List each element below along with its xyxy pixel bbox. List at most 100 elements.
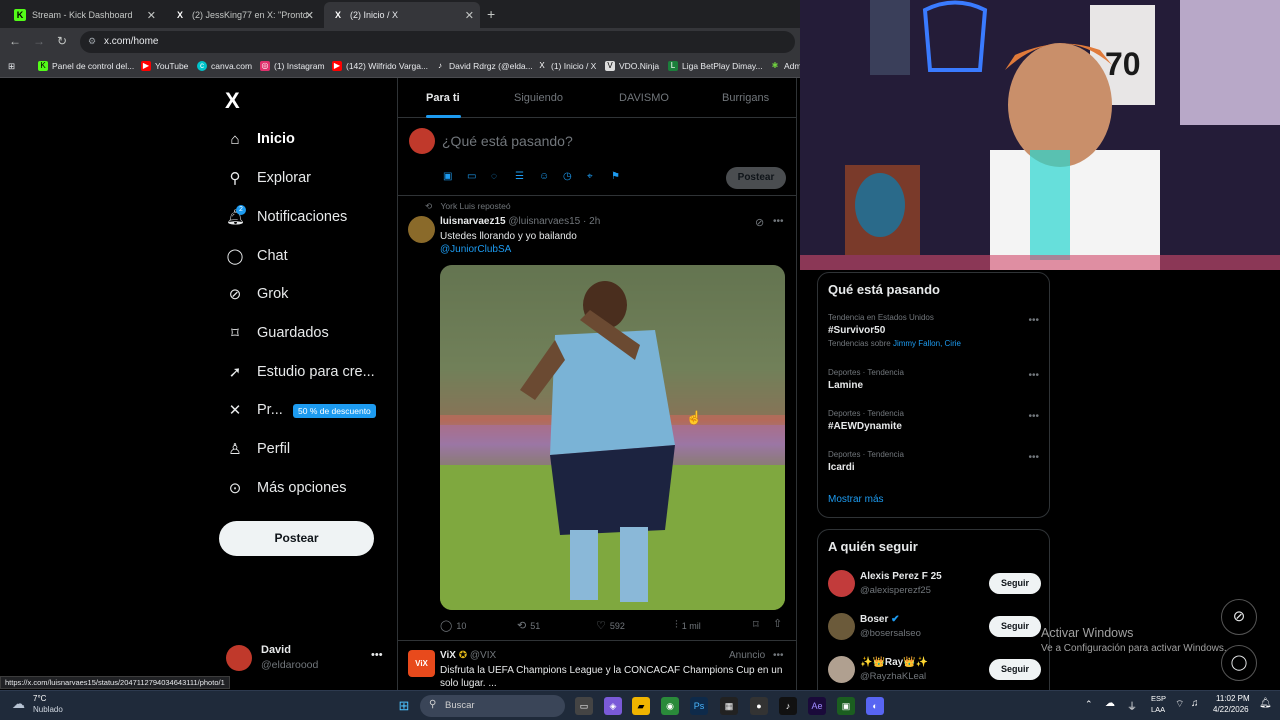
close-icon[interactable]: ✕	[305, 9, 314, 22]
file-explorer-icon[interactable]: ▰	[632, 697, 650, 715]
follow-suggestion[interactable]: ✨👑Ray👑✨ @RayzhaKLeal Seguir	[828, 655, 1041, 685]
follow-button[interactable]: Seguir	[989, 616, 1041, 637]
chevron-up-icon[interactable]: ⌃	[1085, 699, 1093, 710]
wifi-icon[interactable]: ⌔	[1175, 698, 1184, 711]
nav-bookmarks[interactable]: ⌑ Guardados	[226, 321, 329, 345]
after-effects-icon[interactable]: Ae	[808, 697, 826, 715]
nav-home[interactable]: ⌂ Inicio	[226, 127, 294, 151]
tweet-image[interactable]	[440, 265, 785, 610]
bookmark-item[interactable]: ♪ David Rdrgz (@elda...	[435, 61, 533, 71]
location-icon[interactable]: ⌖	[587, 171, 593, 182]
browser-tab[interactable]: K Stream - Kick Dashboard ✕	[6, 2, 162, 28]
calculator-icon[interactable]: ▦	[720, 697, 738, 715]
avatar[interactable]	[408, 216, 435, 243]
microphone-icon[interactable]: ⏚	[1127, 698, 1137, 713]
copilot-icon[interactable]: ◈	[604, 697, 622, 715]
ad-author-handle[interactable]: @VIX	[470, 650, 496, 661]
nav-creator-studio[interactable]: ➚ Estudio para cre...	[226, 360, 375, 384]
grok-icon[interactable]: ⊘	[755, 216, 764, 229]
bookmark-item[interactable]: ◎ (1) Instagram	[260, 61, 325, 71]
forward-icon[interactable]: →	[33, 34, 45, 48]
emoji-icon[interactable]: ☺	[539, 171, 549, 182]
follow-suggestion[interactable]: Alexis Perez F 25 @alexisperezf25 Seguir	[828, 569, 1041, 599]
tab-following[interactable]: Siguiendo	[514, 92, 563, 104]
more-icon[interactable]: •••	[1028, 452, 1039, 463]
like-button[interactable]: ♡ 592	[596, 619, 625, 632]
tweet-author-handle[interactable]: @luisnarvaes15 · 2h	[508, 216, 600, 227]
poll-icon[interactable]: ☰	[515, 171, 524, 182]
views-button[interactable]: ⫶ 1 mil	[675, 619, 701, 632]
more-icon[interactable]: •••	[773, 216, 784, 227]
onedrive-icon[interactable]: ☁	[1105, 698, 1115, 709]
windows-start-icon[interactable]: ⊞	[395, 697, 413, 715]
nvidia-icon[interactable]: ▣	[837, 697, 855, 715]
grok-icon[interactable]: ◌	[491, 171, 497, 182]
x-logo-icon[interactable]: X	[225, 88, 240, 114]
bookmark-item[interactable]: L Liga BetPlay Dimay...	[668, 61, 763, 71]
more-icon[interactable]: •••	[773, 650, 784, 661]
task-view-icon[interactable]: ▭	[575, 697, 593, 715]
more-icon[interactable]: •••	[1028, 315, 1039, 326]
nav-more[interactable]: ⊙ Más opciones	[226, 476, 347, 500]
tweet-mention[interactable]: @JuniorClubSA	[440, 244, 511, 255]
obs-icon[interactable]: ●	[750, 697, 768, 715]
discord-icon[interactable]: ◐	[866, 697, 884, 715]
clock-date[interactable]: 4/22/2026	[1213, 705, 1249, 714]
more-icon[interactable]: •••	[371, 649, 383, 661]
chrome-icon[interactable]: ◉	[661, 697, 679, 715]
trend-item[interactable]: Tendencia en Estados Unidos #Survivor50 …	[828, 313, 961, 348]
follow-button[interactable]: Seguir	[989, 573, 1041, 594]
image-icon[interactable]: ▣	[443, 171, 452, 182]
address-bar[interactable]: ⚙ x.com/home	[80, 31, 795, 53]
bookmark-item[interactable]: c canva.com	[197, 61, 252, 71]
browser-tab-active[interactable]: X (2) Inicio / X ✕	[324, 2, 480, 28]
vix-logo-icon[interactable]: ViX	[408, 650, 435, 677]
trend-sub-links[interactable]: Jimmy Fallon, Cirie	[893, 339, 961, 348]
photoshop-icon[interactable]: Ps	[690, 697, 708, 715]
nav-explore[interactable]: ⚲ Explorar	[226, 166, 312, 190]
more-icon[interactable]: •••	[1028, 370, 1039, 381]
bookmark-item[interactable]: V VDO.Ninja	[605, 61, 659, 71]
close-icon[interactable]: ✕	[465, 9, 474, 22]
flag-icon[interactable]: ⚑	[611, 171, 620, 182]
bookmark-item[interactable]: ✱ Adm	[770, 61, 802, 71]
follow-button[interactable]: Seguir	[989, 659, 1041, 680]
notification-bell-icon[interactable]: 🔔︎	[1259, 698, 1272, 709]
keyboard-layout[interactable]: LAA	[1151, 705, 1165, 714]
schedule-icon[interactable]: ◷	[563, 171, 572, 182]
ad-author-name[interactable]: ViX	[440, 650, 456, 661]
language-code[interactable]: ESP	[1151, 694, 1166, 703]
bookmark-icon[interactable]: ⌑	[753, 618, 759, 631]
grok-fab-icon[interactable]: ⊘	[1221, 599, 1257, 635]
nav-grok[interactable]: ⊘ Grok	[226, 282, 289, 306]
bookmark-item[interactable]: ▶ YouTube	[141, 61, 188, 71]
compose-post-button[interactable]: Postear	[726, 167, 786, 189]
browser-tab[interactable]: X (2) JessKing77 en X: "Pronto ht ✕	[166, 2, 320, 28]
volume-icon[interactable]: ♫	[1191, 698, 1199, 709]
tiktok-icon[interactable]: ♪	[779, 697, 797, 715]
tweet-author-name[interactable]: luisnarvaez15	[440, 216, 506, 227]
clock-time[interactable]: 11:02 PM	[1216, 694, 1250, 703]
trend-item[interactable]: Deportes · Tendencia Icardi	[828, 450, 904, 473]
nav-chat[interactable]: ◯ Chat	[226, 244, 288, 268]
show-more-link[interactable]: Mostrar más	[828, 494, 884, 505]
close-icon[interactable]: ✕	[147, 9, 156, 22]
nav-premium[interactable]: ✕ Pr...	[226, 398, 283, 422]
taskbar-search[interactable]: ⚲ Buscar	[420, 695, 565, 717]
post-button[interactable]: Postear	[219, 521, 374, 556]
reload-icon[interactable]: ↻	[57, 34, 67, 48]
bookmark-item[interactable]: K Panel de control del...	[38, 61, 134, 71]
tab-davismo[interactable]: DAVISMO	[619, 92, 669, 104]
nav-profile[interactable]: ♙ Perfil	[226, 437, 290, 461]
tab-burrigans[interactable]: Burrigans	[722, 92, 769, 104]
new-tab-button[interactable]: +	[487, 6, 495, 22]
reply-button[interactable]: ◯ 10	[440, 619, 466, 632]
repost-button[interactable]: ⟲ 51	[517, 619, 540, 632]
compose-input[interactable]: ¿Qué está pasando?	[442, 133, 573, 149]
back-icon[interactable]: ←	[9, 34, 21, 48]
trend-item[interactable]: Deportes · Tendencia Lamine	[828, 368, 904, 391]
tab-for-you[interactable]: Para ti	[426, 92, 460, 104]
gif-icon[interactable]: ▭	[467, 171, 476, 182]
apps-icon[interactable]: ⊞	[8, 61, 15, 72]
share-icon[interactable]: ⇧	[773, 617, 782, 630]
